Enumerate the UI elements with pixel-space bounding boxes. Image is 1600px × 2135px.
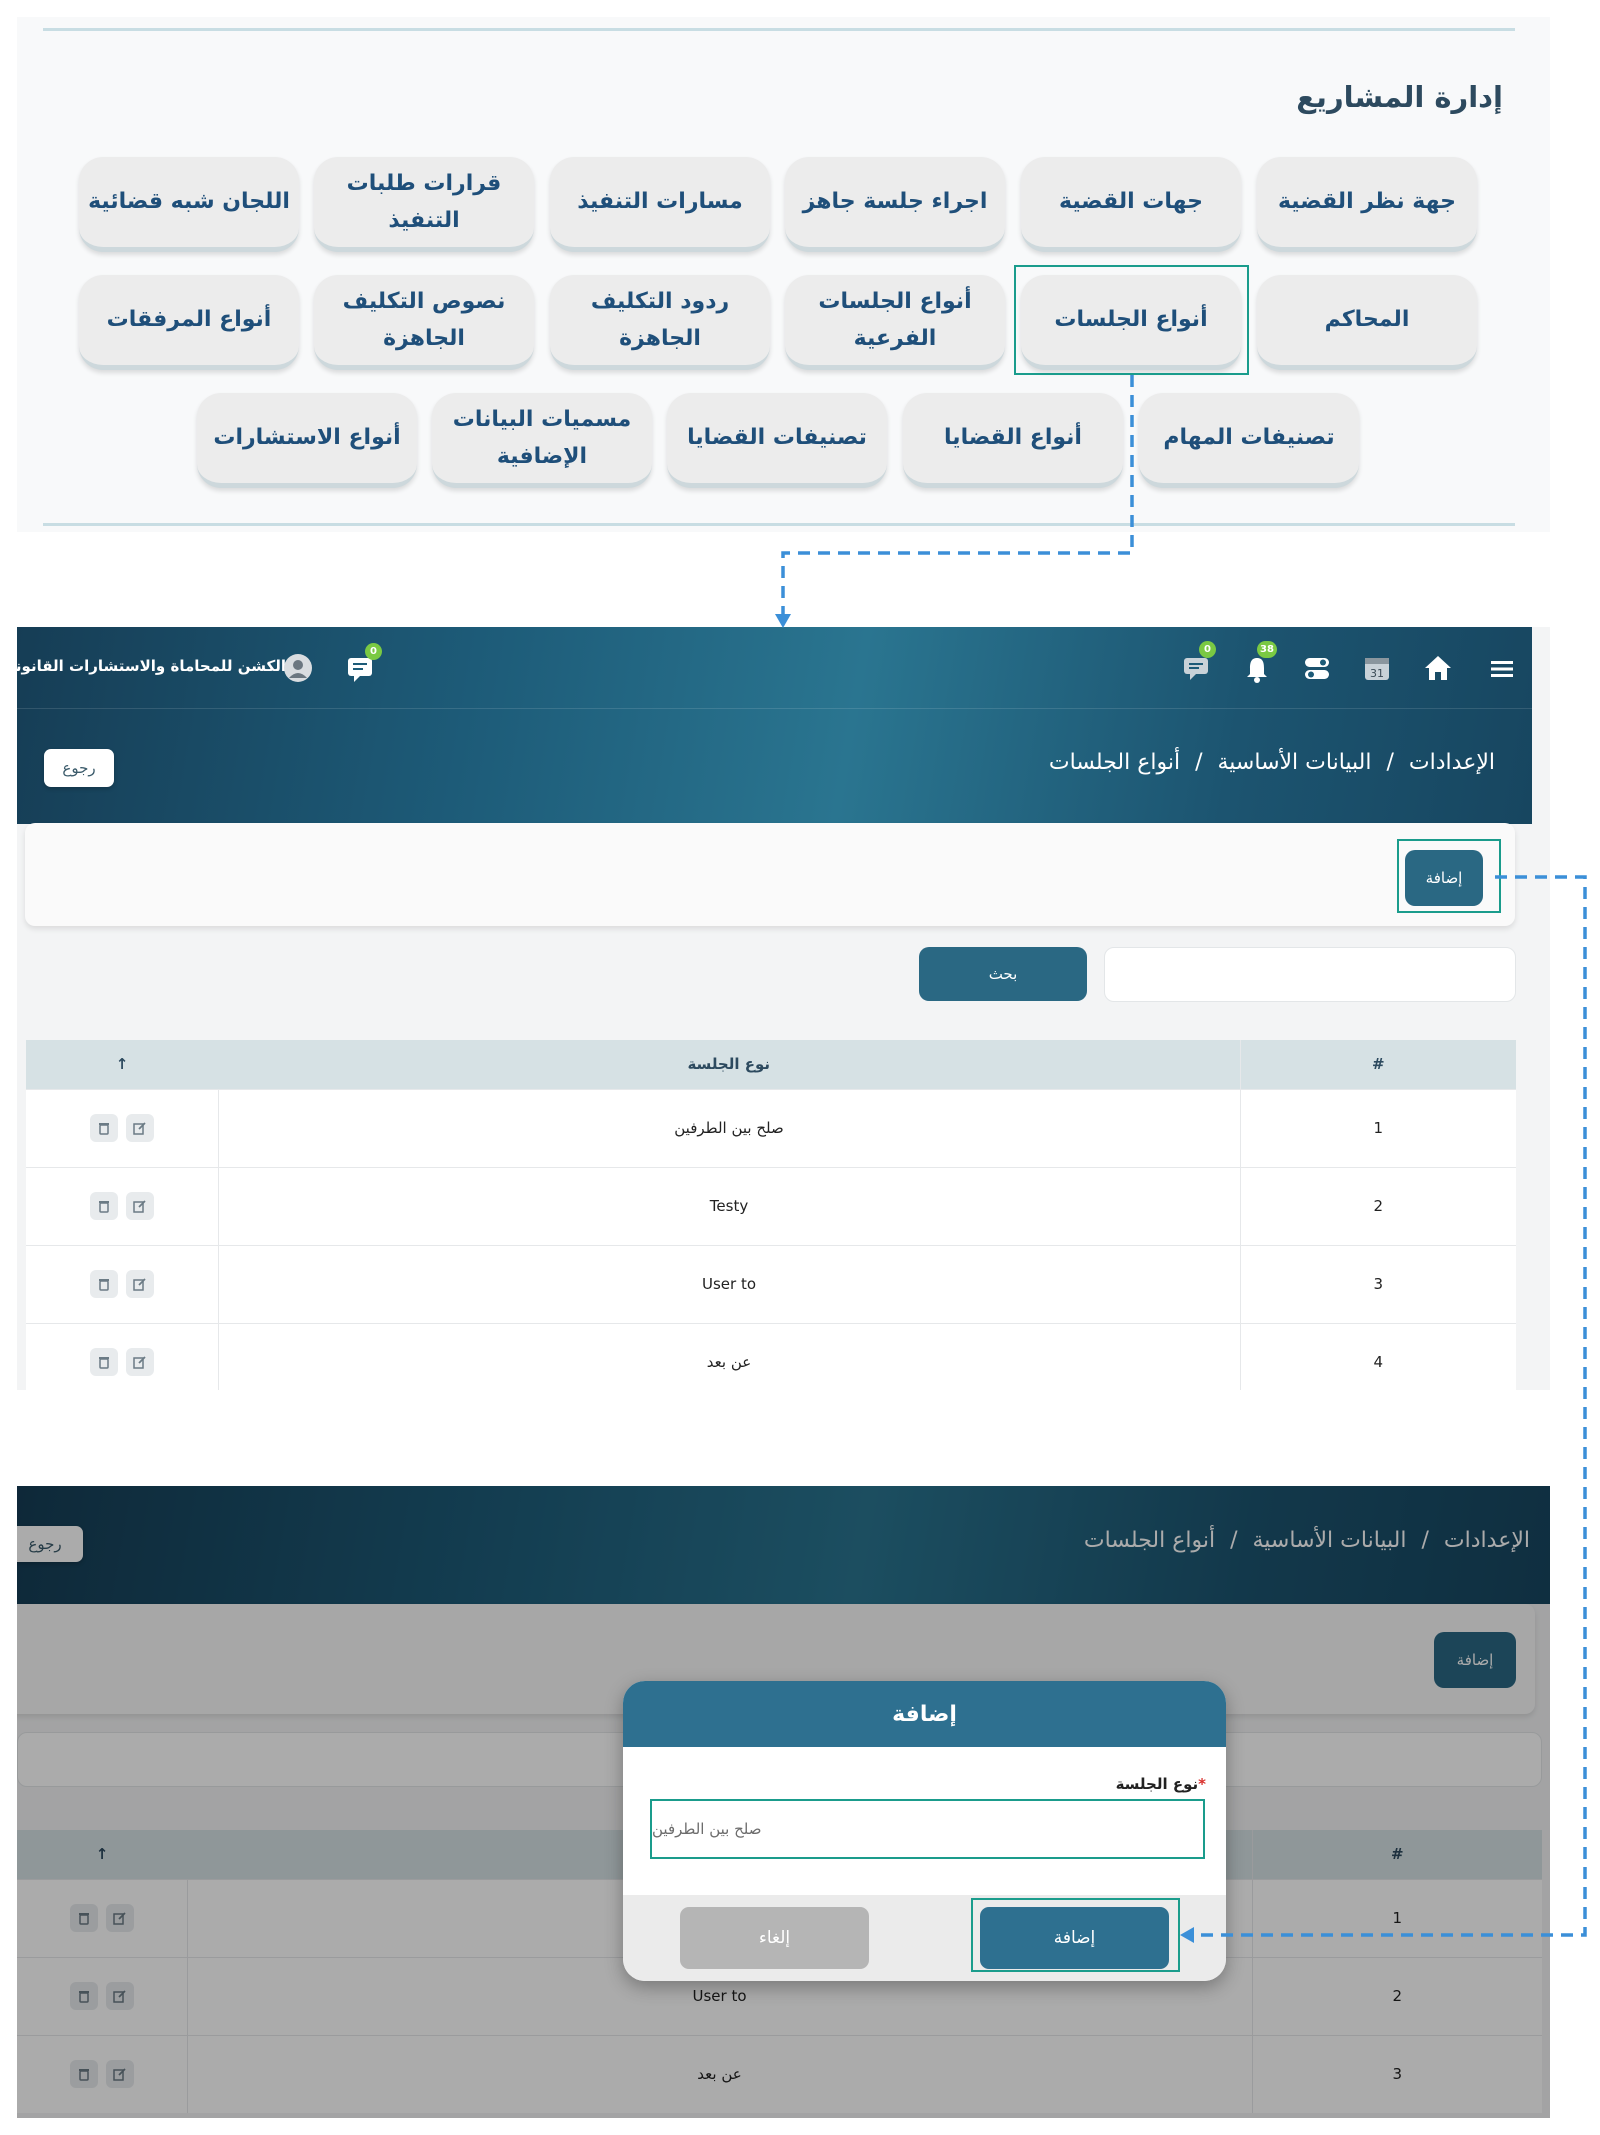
modal-title: إضافة <box>623 1681 1226 1747</box>
back-button[interactable]: رجوع <box>44 749 114 787</box>
arrow-head-icon <box>775 614 791 628</box>
breadcrumb-session-types: أنواع الجلسات <box>1048 750 1181 775</box>
table-row: 1 صلح بين الطرفين <box>26 1088 1516 1167</box>
grid-btn-ready-assignment-texts[interactable]: نصوص التكليف الجاهزة <box>314 275 534 370</box>
divider-top <box>43 28 1515 31</box>
grid-btn-extra-data-names[interactable]: مسميات البيانات الإضافية <box>432 393 652 488</box>
session-type-input[interactable]: صلح بين الطرفين <box>650 1799 1205 1859</box>
actions-card: إضافة <box>25 823 1515 926</box>
grid-btn-consultation-types[interactable]: أنواع الاستشارات <box>197 393 417 488</box>
row-number: 1 <box>1239 1088 1516 1167</box>
grid-btn-task-categories[interactable]: تصنيفات المهام <box>1139 393 1359 488</box>
edit-icon[interactable] <box>125 1192 154 1220</box>
delete-icon[interactable] <box>89 1192 118 1220</box>
project-management-panel: إدارة المشاريع جهة نظر القضية جهات القضي… <box>17 17 1550 532</box>
session-types-list-page: الكشن للمحاماة والاستشارات القانونية 0 3… <box>17 627 1550 1390</box>
notifications-badge: 38 <box>1257 641 1277 658</box>
session-types-table: # نوع الجلسة ↑ 1 صلح بين الطرفين 2 Testy… <box>26 1040 1516 1390</box>
breadcrumb-settings[interactable]: الإعدادات <box>1409 750 1495 775</box>
chat-badge: 0 <box>1199 641 1216 658</box>
save-button-highlight <box>971 1898 1180 1972</box>
grid-btn-case-view-side[interactable]: جهة نظر القضية <box>1257 157 1477 252</box>
grid-btn-case-categories[interactable]: تصنيفات القضايا <box>667 393 887 488</box>
grid-btn-sub-session-types[interactable]: أنواع الجلسات الفرعية <box>785 275 1005 370</box>
edit-icon[interactable] <box>125 1114 154 1142</box>
search-button[interactable]: بحث <box>919 947 1087 1001</box>
grid-btn-ready-session-action[interactable]: اجراء جلسة جاهز <box>785 157 1005 252</box>
grid-btn-case-parties[interactable]: جهات القضية <box>1021 157 1241 252</box>
row-number: 4 <box>1239 1322 1516 1390</box>
breadcrumb-basic-data[interactable]: البيانات الأساسية <box>1218 750 1372 775</box>
menu-icon[interactable] <box>1487 654 1517 684</box>
divider-bottom <box>43 523 1515 526</box>
table-row: 4 عن بعد <box>26 1322 1516 1390</box>
column-header-number: # <box>1239 1040 1516 1089</box>
row-number: 3 <box>1239 1244 1516 1323</box>
brand-name: الكشن للمحاماة والاستشارات القانونية <box>17 657 286 675</box>
grid-btn-execution-decisions[interactable]: قرارات طلبات التنفيذ <box>314 157 534 252</box>
edit-icon[interactable] <box>125 1270 154 1298</box>
breadcrumb: الإعدادات / البيانات الأساسية / أنواع ال… <box>1048 750 1495 775</box>
table-row: 2 Testy <box>26 1166 1516 1245</box>
messages-badge: 0 <box>365 643 382 660</box>
chat-icon[interactable] <box>1180 654 1212 684</box>
add-session-type-page: الإعدادات / البيانات الأساسية / أنواع ال… <box>17 1486 1550 2118</box>
cancel-button[interactable]: إلغاء <box>680 1907 869 1969</box>
panel-title: إدارة المشاريع <box>1296 80 1503 114</box>
selection-highlight <box>1014 265 1249 375</box>
delete-icon[interactable] <box>89 1114 118 1142</box>
row-session-type: عن بعد <box>218 1322 1240 1390</box>
delete-icon[interactable] <box>89 1348 118 1377</box>
session-type-label: *نوع الجلسة <box>1115 1775 1206 1793</box>
row-session-type: Testy <box>218 1166 1240 1245</box>
grid-btn-ready-assignment-replies[interactable]: ردود التكليف الجاهزة <box>550 275 770 370</box>
row-session-type: صلح بين الطرفين <box>218 1088 1240 1167</box>
grid-btn-courts[interactable]: المحاكم <box>1257 275 1477 370</box>
search-input[interactable] <box>1104 947 1516 1002</box>
edit-icon[interactable] <box>125 1348 154 1377</box>
required-mark: * <box>1198 1775 1206 1793</box>
home-icon[interactable] <box>1421 652 1455 684</box>
row-session-type: User to <box>218 1244 1240 1323</box>
modal-footer: إلغاء إضافة <box>623 1895 1226 1981</box>
header-banner: الكشن للمحاماة والاستشارات القانونية 0 3… <box>17 627 1532 824</box>
grid-btn-quasi-judicial[interactable]: اللجان شبه قضائية <box>79 157 299 252</box>
add-modal: إضافة *نوع الجلسة صلح بين الطرفين إلغاء … <box>623 1681 1226 1981</box>
toggle-settings-icon[interactable] <box>1301 652 1333 684</box>
column-header-session-type[interactable]: نوع الجلسة <box>218 1040 1240 1089</box>
delete-icon[interactable] <box>89 1270 118 1298</box>
table-row: 3 User to <box>26 1244 1516 1323</box>
add-button-highlight <box>1397 839 1501 913</box>
user-avatar-icon[interactable] <box>282 652 314 684</box>
svg-text:31: 31 <box>1370 667 1384 680</box>
row-number: 2 <box>1239 1166 1516 1245</box>
grid-btn-case-types[interactable]: أنواع القضايا <box>903 393 1123 488</box>
grid-btn-execution-tracks[interactable]: مسارات التنفيذ <box>550 157 770 252</box>
grid-btn-attachment-types[interactable]: أنواع المرفقات <box>79 275 299 370</box>
sort-arrow-icon[interactable]: ↑ <box>26 1040 218 1089</box>
calendar-icon[interactable]: 31 <box>1361 652 1393 684</box>
